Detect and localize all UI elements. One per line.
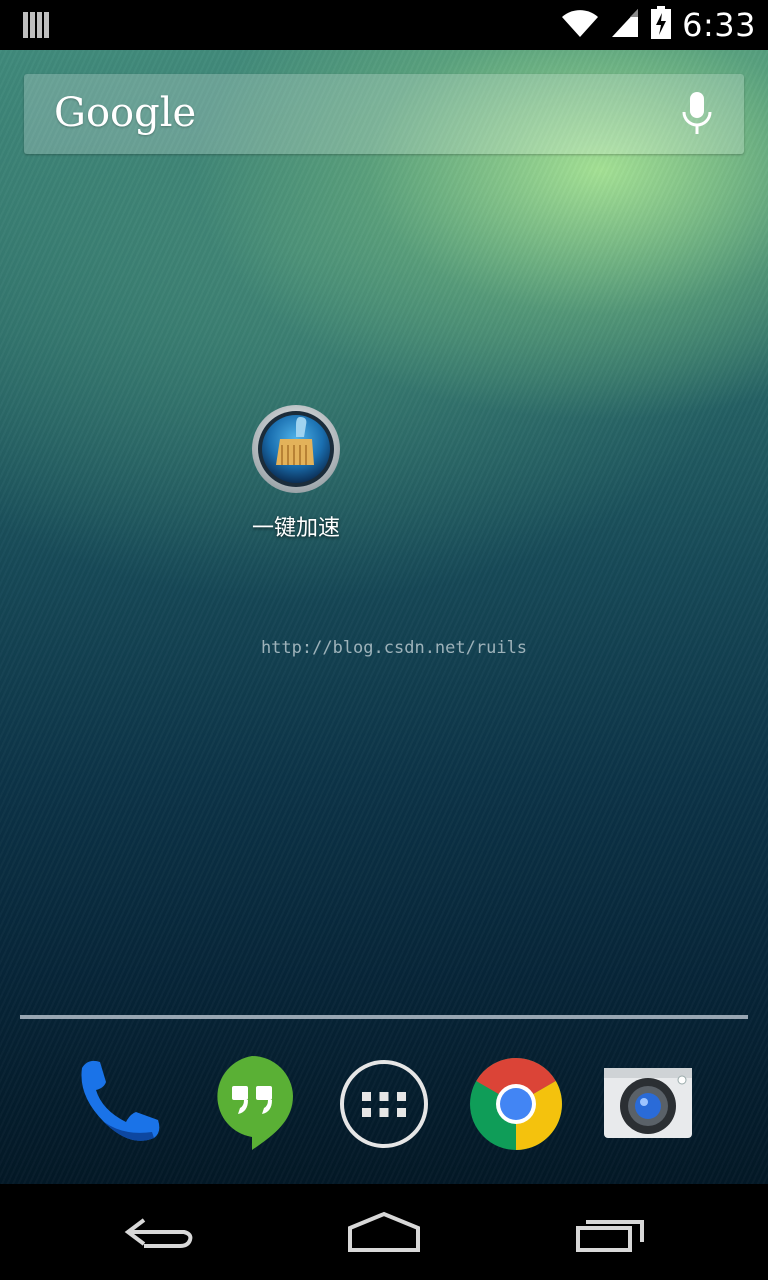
- battery-charging-icon: [650, 6, 672, 44]
- wifi-icon: [560, 7, 600, 43]
- microphone-icon[interactable]: [680, 92, 714, 138]
- status-clock: 6:33: [682, 6, 756, 44]
- chrome-icon[interactable]: [466, 1050, 566, 1150]
- hangouts-icon[interactable]: [202, 1050, 302, 1150]
- google-search-bar[interactable]: Google: [24, 74, 744, 154]
- wallpaper: [0, 50, 768, 1184]
- recent-apps-icon[interactable]: [566, 1208, 656, 1256]
- phone-icon[interactable]: [70, 1050, 170, 1150]
- home-icon[interactable]: [340, 1208, 430, 1256]
- cell-signal-icon: [610, 7, 640, 43]
- dock: [0, 1050, 768, 1160]
- google-logo[interactable]: Google: [54, 90, 196, 136]
- camera-icon[interactable]: [598, 1050, 698, 1150]
- navigation-bar: [0, 1184, 768, 1280]
- watermark-text: http://blog.csdn.net/ruils: [260, 638, 528, 658]
- status-bar: 6:33: [0, 0, 768, 50]
- notification-bars-icon: [22, 10, 50, 40]
- app-label[interactable]: 一键加速: [220, 510, 372, 542]
- app-drawer-icon[interactable]: [334, 1050, 434, 1150]
- dock-divider: [20, 1015, 748, 1019]
- broom-cleaner-icon[interactable]: [250, 403, 342, 495]
- back-icon[interactable]: [114, 1208, 204, 1256]
